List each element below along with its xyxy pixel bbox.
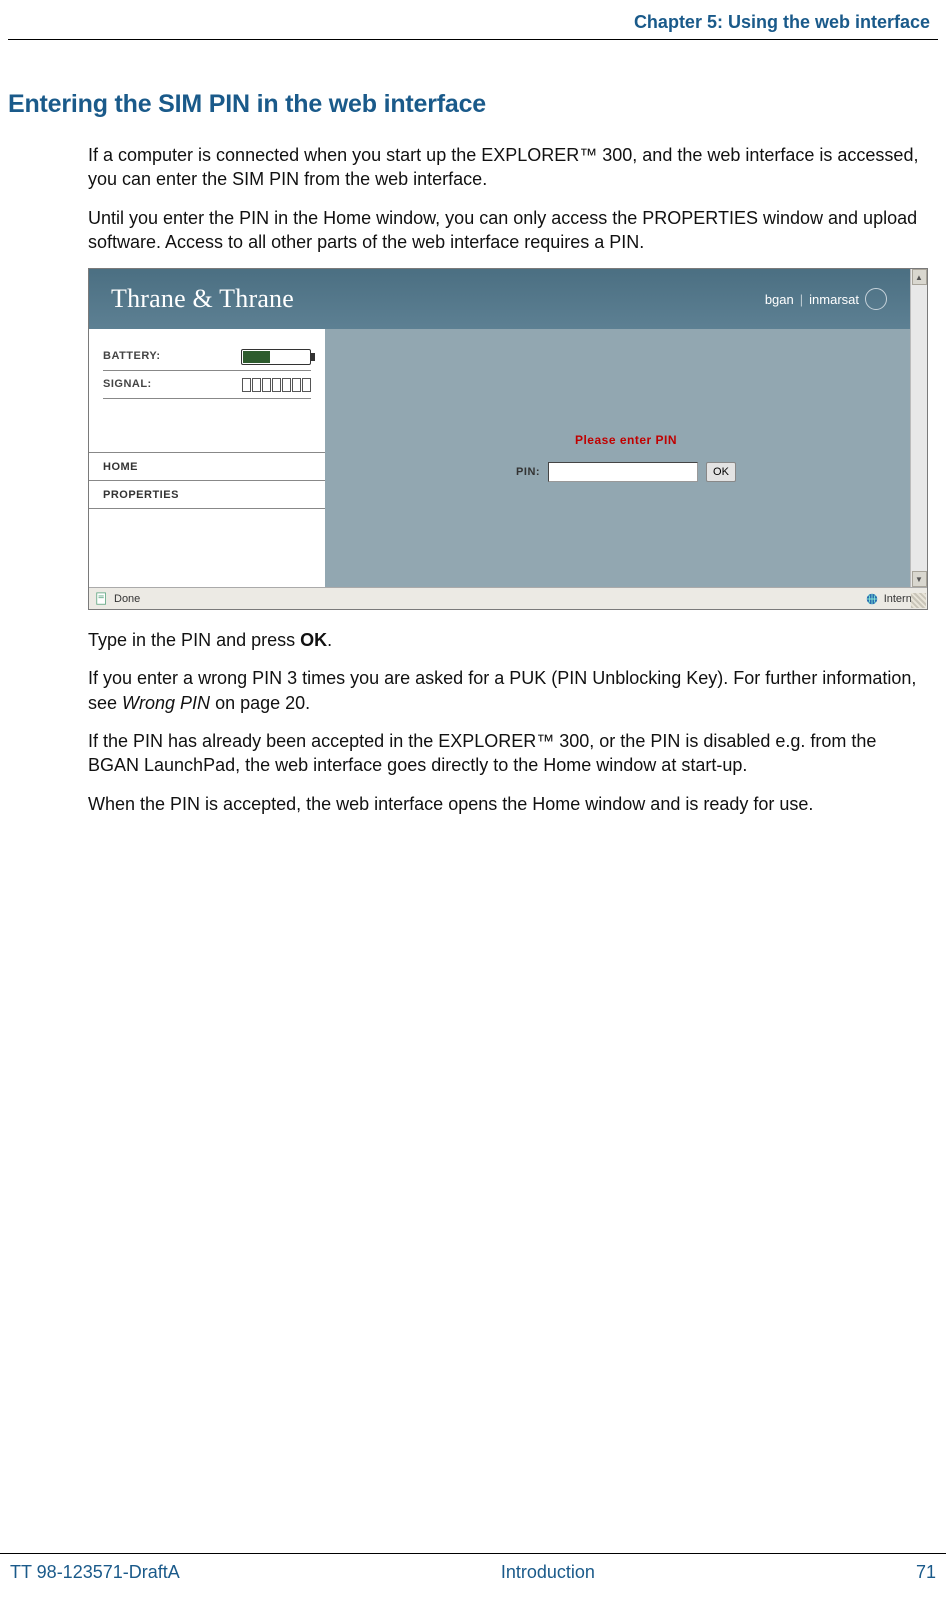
signal-icon	[242, 378, 311, 392]
resize-grip-icon[interactable]	[911, 593, 926, 608]
battery-label: BATTERY:	[103, 351, 161, 362]
pin-input[interactable]	[548, 462, 698, 482]
pin-label: PIN:	[516, 466, 540, 478]
footer-right: 71	[916, 1562, 936, 1583]
signal-label: SIGNAL:	[103, 379, 152, 390]
para-3: Type in the PIN and press OK.	[88, 628, 926, 652]
internet-icon	[865, 592, 879, 606]
screenshot-main: Please enter PIN PIN: OK	[325, 329, 927, 587]
screenshot-sidebar: BATTERY: SIGNAL: HOME PROPERTIES	[89, 329, 325, 587]
page-footer: TT 98-123571-DraftA Introduction 71	[0, 1553, 946, 1599]
para-6: When the PIN is accepted, the web interf…	[88, 792, 926, 816]
brand-right: bgan | inmarsat	[765, 288, 887, 310]
scroll-up-icon[interactable]: ▲	[912, 269, 927, 285]
brand-inmarsat: inmarsat	[809, 292, 859, 307]
scrollbar[interactable]: ▲ ▼	[910, 269, 927, 587]
brand-logo: Thrane & Thrane	[111, 284, 294, 314]
para-1: If a computer is connected when you star…	[88, 143, 926, 192]
sidebar-item-properties[interactable]: PROPERTIES	[89, 481, 325, 509]
para-2: Until you enter the PIN in the Home wind…	[88, 206, 926, 255]
screenshot-header: Thrane & Thrane bgan | inmarsat	[89, 269, 927, 329]
para-4: If you enter a wrong PIN 3 times you are…	[88, 666, 926, 715]
enter-pin-message: Please enter PIN	[575, 434, 677, 446]
browser-status-bar: Done Internet	[89, 587, 927, 609]
footer-left: TT 98-123571-DraftA	[10, 1562, 180, 1583]
battery-row: BATTERY:	[103, 343, 311, 371]
status-done: Done	[114, 593, 140, 605]
footer-center: Introduction	[501, 1562, 595, 1583]
scroll-down-icon[interactable]: ▼	[912, 571, 927, 587]
page-icon	[95, 592, 109, 606]
battery-icon	[241, 349, 311, 365]
ok-button[interactable]: OK	[706, 462, 736, 482]
satellite-icon	[865, 288, 887, 310]
signal-row: SIGNAL:	[103, 371, 311, 399]
screenshot-web-interface: Thrane & Thrane bgan | inmarsat BATTERY:…	[88, 268, 928, 610]
chapter-header: Chapter 5: Using the web interface	[8, 0, 938, 40]
sidebar-item-home[interactable]: HOME	[89, 453, 325, 481]
brand-bgan: bgan	[765, 292, 794, 307]
section-title: Entering the SIM PIN in the web interfac…	[8, 90, 946, 119]
para-5: If the PIN has already been accepted in …	[88, 729, 926, 778]
